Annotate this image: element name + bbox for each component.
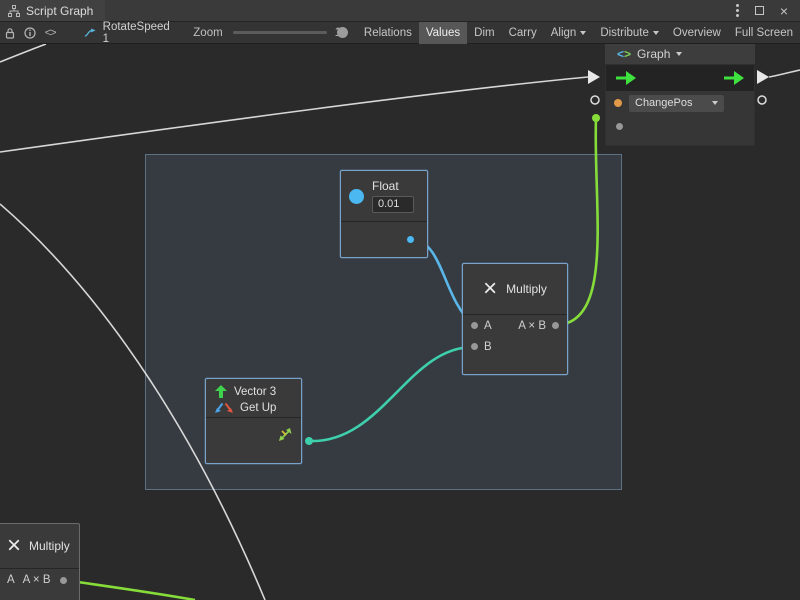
toolbar-button-carry[interactable]: Carry [502, 22, 544, 44]
port-row-b: B [463, 336, 567, 357]
multiply-output-port[interactable] [552, 322, 559, 329]
chevron-down-icon [676, 52, 682, 56]
float-type-icon [349, 189, 364, 204]
result-label: A × B [518, 320, 546, 332]
zoom-slider-handle[interactable] [337, 27, 348, 38]
zoom-label: Zoom [193, 27, 222, 39]
float-title: Float [372, 179, 414, 193]
vector3-body [206, 418, 301, 450]
chevron-down-icon [712, 101, 718, 105]
graph-asset-icon [84, 28, 97, 38]
vector3-title: Vector 3 [234, 386, 276, 398]
flow-arrow-right-icon [757, 70, 769, 84]
multiply-node-partial[interactable]: × Multiply A A × B [0, 523, 80, 600]
multiply-icon: × [483, 277, 497, 301]
lock-icon[interactable] [0, 22, 20, 44]
maximize-icon[interactable] [755, 6, 764, 15]
breadcrumb-label: Graph [637, 47, 670, 61]
getup-row: Get Up [206, 398, 301, 417]
close-icon[interactable]: × [780, 4, 788, 18]
graph-canvas[interactable]: <> Graph ChangePos [0, 44, 800, 600]
toolbar-button-fullscreen[interactable]: Full Screen [728, 22, 800, 44]
float-body [341, 222, 427, 257]
flow-in-arrow-icon[interactable] [616, 71, 636, 85]
port-row-a: A A × B [463, 315, 567, 336]
zoom-slider[interactable] [233, 22, 327, 44]
vector3-output-port[interactable] [278, 427, 293, 442]
toolbar-button-dim[interactable]: Dim [467, 22, 501, 44]
menu-icon[interactable] [736, 4, 739, 17]
up-arrow-icon [214, 385, 228, 399]
unconnected-port-right [758, 96, 766, 104]
flow-out-arrow-icon[interactable] [724, 71, 744, 85]
toolbar: <> RotateSpeed 1 Zoom 1x Relations Value… [0, 22, 800, 44]
target-row: ChangePos [606, 91, 754, 115]
multiply2-header: × Multiply [0, 524, 79, 568]
wire-white-to-flow-in [0, 77, 588, 152]
changepos-wire-dot [592, 114, 600, 122]
script-graph-tab[interactable]: Script Graph [0, 0, 105, 21]
getup-label: Get Up [240, 402, 276, 414]
port-b-label: B [484, 341, 492, 353]
toolbar-button-distribute[interactable]: Distribute [593, 22, 666, 44]
port-row-a: A A × B [0, 569, 79, 591]
multiply-node[interactable]: × Multiply A A × B B [462, 263, 568, 375]
multiply-b-input-port[interactable] [471, 343, 478, 350]
multiply-a-input-port[interactable] [471, 322, 478, 329]
changepos-node[interactable]: ChangePos [605, 64, 755, 146]
result-label: A × B [23, 574, 51, 586]
float-node[interactable]: Float 0.01 [340, 170, 428, 258]
graph-asset-chip[interactable]: RotateSpeed 1 [76, 21, 179, 45]
target-port[interactable] [614, 99, 622, 107]
wire-white-topleft [0, 44, 46, 62]
value-port[interactable] [616, 123, 623, 130]
script-graph-icon [8, 5, 20, 17]
graph-asset-name: RotateSpeed 1 [103, 21, 172, 45]
float-output-port[interactable] [407, 236, 414, 243]
toolbar-button-values[interactable]: Values [419, 22, 467, 44]
wire-white-flow-out [769, 70, 800, 77]
chevron-down-icon [580, 31, 586, 35]
multiply2-title: Multiply [29, 539, 70, 553]
titlebar: Script Graph × [0, 0, 800, 22]
zoom-slider-track[interactable] [233, 31, 327, 34]
flow-ports-row [606, 65, 754, 91]
vector3-getup-node[interactable]: Vector 3 Get Up [205, 378, 302, 464]
port-a-label: A [484, 320, 492, 332]
multiply-title: Multiply [506, 282, 547, 296]
toolbar-button-relations[interactable]: Relations [357, 22, 419, 44]
chevron-down-icon [653, 31, 659, 35]
wire-multiply2-out [64, 580, 195, 600]
graph-breadcrumb[interactable]: <> Graph [605, 44, 755, 64]
multiply-header: × Multiply [463, 264, 567, 314]
script-graph-window: Script Graph × <> [0, 0, 800, 600]
float-value-field[interactable]: 0.01 [372, 196, 414, 213]
float-header: Float 0.01 [341, 171, 427, 221]
flow-arrow-left-icon [588, 70, 600, 84]
window-title: Script Graph [26, 4, 93, 18]
window-controls: × [736, 4, 800, 18]
unconnected-port-left [591, 96, 599, 104]
toolbar-button-align[interactable]: Align [544, 22, 594, 44]
info-icon[interactable] [20, 22, 40, 44]
port-a-label: A [7, 574, 15, 586]
toolbar-button-overview[interactable]: Overview [666, 22, 728, 44]
changepos-dropdown[interactable]: ChangePos [629, 95, 724, 112]
code-icon[interactable]: <> [40, 22, 60, 44]
visual-script-icon: <> [617, 47, 631, 61]
vector3-title-row: Vector 3 [206, 379, 301, 398]
get-direction-icon [214, 402, 234, 414]
value-port-row [606, 115, 754, 137]
multiply2-output-port[interactable] [60, 577, 67, 584]
multiply-icon: × [7, 534, 21, 558]
